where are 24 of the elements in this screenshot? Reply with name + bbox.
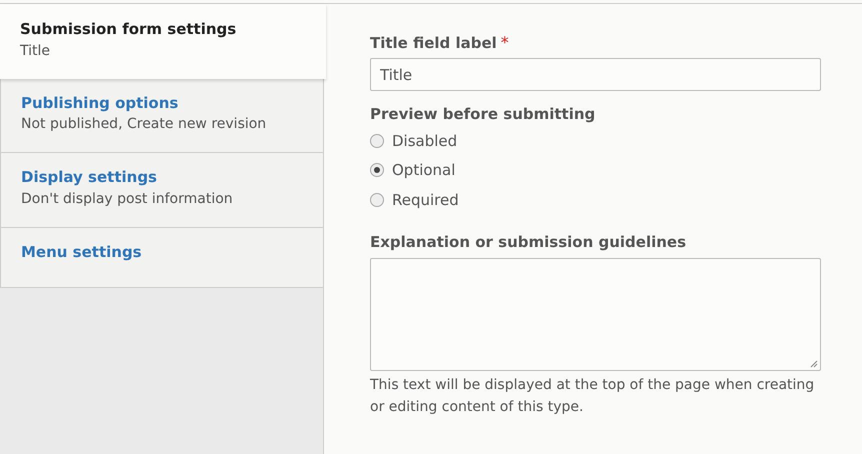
- text-field[interactable]: Title: [370, 58, 821, 91]
- tab-summary: Don't display post information: [21, 190, 234, 208]
- vertical-tab[interactable]: Submission form settings Title: [0, 4, 326, 78]
- field-label: Title field label: [370, 33, 497, 54]
- field-description: This text will be displayed at the top of the page when creating or editing content of this type.: [370, 376, 816, 416]
- tab-title: Publishing options: [21, 92, 180, 114]
- field-label: Explanation or submission guidelines: [370, 232, 688, 253]
- radio-button[interactable]: [370, 163, 384, 178]
- vertical-tab[interactable]: Display settings Don't display post information: [0, 153, 323, 228]
- tab-title: Display settings: [21, 167, 158, 188]
- radio-button[interactable]: [370, 192, 384, 207]
- tab-summary: Not published, Create new revision: [21, 115, 268, 134]
- vertical-tab[interactable]: Publishing options Not published, Create new revision: [0, 78, 323, 153]
- radio-button[interactable]: [370, 134, 384, 148]
- radio-label: Required: [392, 190, 459, 210]
- tab-title: Submission form settings: [20, 19, 238, 40]
- field-label: Preview before submitting: [370, 104, 596, 125]
- tab-summary: Title: [20, 42, 52, 60]
- vertical-tab[interactable]: Menu settings: [0, 228, 323, 288]
- radio-label: Disabled: [392, 130, 458, 152]
- radio-label: Optional: [392, 160, 456, 181]
- tab-title: Menu settings: [21, 242, 143, 262]
- resize-handle-icon[interactable]: [810, 360, 818, 368]
- required-marker: *: [500, 32, 509, 54]
